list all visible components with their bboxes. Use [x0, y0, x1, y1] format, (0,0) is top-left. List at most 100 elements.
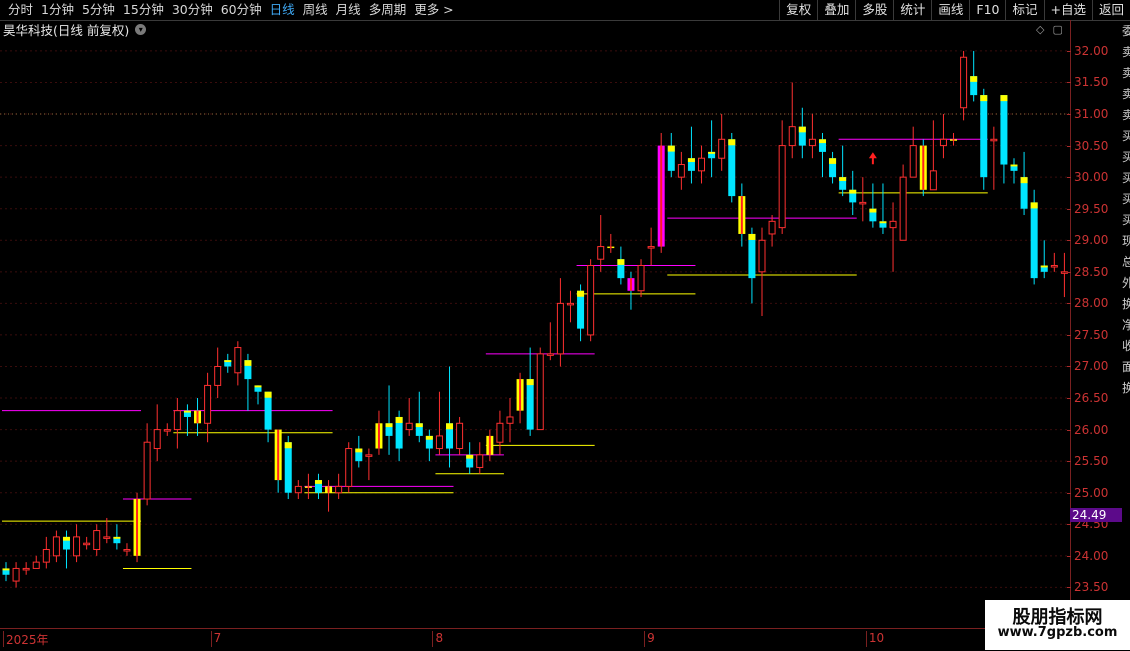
candle-body: [556, 302, 564, 355]
candle-body: [990, 138, 998, 142]
candle-cap: [617, 259, 625, 265]
candle-cap: [970, 76, 978, 82]
watermark-url: www.7gpzb.com: [997, 625, 1118, 640]
candle-cap: [980, 95, 988, 102]
candle-body: [284, 442, 292, 493]
highlight-candle-stripe: [136, 499, 139, 556]
candle-cap: [284, 442, 292, 449]
toolbar-button[interactable]: 多股: [855, 0, 893, 20]
candle-body: [718, 138, 726, 159]
candle-body: [506, 416, 514, 424]
candle-body: [123, 549, 131, 552]
candle-body: [93, 530, 101, 551]
y-tick-label: 31.50: [1074, 75, 1109, 90]
candle-body: [546, 353, 554, 356]
candle-cap: [385, 423, 393, 428]
candle-body: [748, 233, 756, 279]
side-label: 卖: [1122, 87, 1130, 101]
period-tab[interactable]: 月线: [332, 0, 365, 20]
x-date-label: 7: [210, 631, 222, 647]
candle-cap: [798, 126, 806, 133]
y-tick-label: 30.00: [1074, 170, 1109, 185]
date-axis: 2025年 7 8 9 10: [0, 628, 1070, 651]
candle-body: [587, 265, 595, 336]
candle-body: [173, 410, 181, 431]
candle-body: [566, 302, 574, 306]
y-tick-mark: [1067, 271, 1071, 273]
candle-body: [22, 567, 30, 571]
candle-cap: [2, 568, 10, 571]
period-tab[interactable]: 日线: [266, 0, 299, 20]
toolbar-button[interactable]: 画线: [931, 0, 969, 20]
watermark: 股朋指标网 www.7gpzb.com: [985, 600, 1130, 650]
side-label: 外: [1122, 276, 1130, 290]
toolbar-button[interactable]: 复权: [779, 0, 817, 20]
candle-body: [960, 56, 968, 109]
candle-body: [204, 384, 212, 424]
toolbar-button[interactable]: 返回: [1091, 0, 1130, 20]
candle-body: [1050, 265, 1058, 268]
candle-cap: [224, 360, 232, 363]
period-tab[interactable]: 15分钟: [119, 0, 168, 20]
candle-body: [153, 429, 161, 450]
candle-cap: [829, 158, 837, 164]
candle-body: [929, 170, 937, 191]
y-tick-label: 23.50: [1074, 580, 1109, 595]
y-tick-mark: [1067, 587, 1071, 589]
toolbar-button[interactable]: 叠加: [817, 0, 855, 20]
highlight-candle-stripe: [922, 145, 925, 190]
candle-body: [647, 246, 655, 249]
period-tab[interactable]: 更多 >: [410, 0, 457, 20]
period-selector: 分时 1分钟 5分钟 15分钟 30分钟 60分钟 日线 周线 月线 多周期 更多 >: [4, 0, 458, 20]
candlestick-chart[interactable]: [0, 20, 1070, 628]
candle-cap: [869, 208, 877, 213]
candle-body: [939, 138, 947, 147]
period-tab[interactable]: 多周期: [365, 0, 411, 20]
y-tick-label: 27.50: [1074, 327, 1109, 342]
y-tick-label: 26.00: [1074, 422, 1109, 437]
candle-body: [637, 265, 645, 292]
toolbar-button[interactable]: +自选: [1043, 0, 1092, 20]
side-label: 买: [1122, 150, 1130, 164]
toolbar-button[interactable]: 标记: [1005, 0, 1043, 20]
side-label: 买: [1122, 213, 1130, 227]
highlight-candle-stripe: [327, 486, 330, 493]
candle-body: [889, 220, 897, 229]
candle-body: [52, 536, 60, 557]
y-tick-mark: [1067, 208, 1071, 210]
candle-body: [32, 561, 40, 569]
candle-cap: [577, 290, 585, 297]
y-tick-label: 26.50: [1074, 391, 1109, 406]
candle-cap: [667, 145, 675, 152]
y-tick-mark: [1067, 145, 1071, 147]
y-tick-mark: [1067, 177, 1071, 179]
candle-cap: [254, 385, 262, 388]
period-tab[interactable]: 1分钟: [37, 0, 78, 20]
highlight-candle-stripe: [609, 246, 612, 249]
candle-body: [496, 422, 504, 443]
candle-cap: [244, 360, 252, 366]
candle-cap: [1040, 265, 1048, 268]
side-label: 现: [1122, 234, 1130, 248]
candle-body: [476, 454, 484, 468]
y-tick-mark: [1067, 240, 1071, 242]
candle-body: [677, 164, 685, 178]
period-tab[interactable]: 60分钟: [217, 0, 266, 20]
period-tab[interactable]: 5分钟: [78, 0, 119, 20]
candle-body: [163, 429, 171, 432]
candle-body: [526, 379, 534, 430]
x-date-label: 2025年: [3, 631, 49, 647]
candle-body: [365, 454, 373, 457]
period-tab[interactable]: 分时: [4, 0, 37, 20]
highlight-candle-stripe: [488, 435, 491, 455]
toolbar-button[interactable]: 统计: [893, 0, 931, 20]
toolbar-button[interactable]: F10: [969, 0, 1005, 20]
y-tick-label: 25.00: [1074, 485, 1109, 500]
candle-body: [405, 422, 413, 431]
period-tab[interactable]: 30分钟: [168, 0, 217, 20]
y-tick-label: 31.00: [1074, 107, 1109, 122]
period-tab[interactable]: 周线: [299, 0, 332, 20]
side-label: 面: [1122, 360, 1130, 374]
y-tick-mark: [1067, 50, 1071, 52]
x-date-label: 8: [432, 631, 444, 647]
